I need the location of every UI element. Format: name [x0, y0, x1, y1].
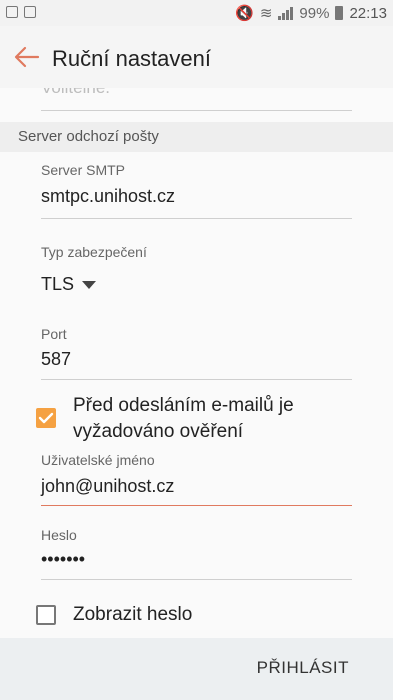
gallery-notification-icon	[6, 6, 18, 18]
security-label: Typ zabezpečení	[41, 244, 147, 260]
security-dropdown[interactable]: TLS	[41, 274, 97, 295]
page-title: Ruční nastavení	[52, 46, 211, 71]
show-password-checkbox[interactable]	[36, 605, 56, 625]
wifi-icon: ≋	[259, 5, 273, 22]
check-icon	[38, 412, 54, 424]
battery-icon	[335, 6, 344, 20]
username-underline	[41, 505, 352, 506]
status-right: 🔇 ≋ 99% 22:13	[235, 4, 387, 23]
camera-notification-icon	[24, 6, 36, 18]
back-arrow-icon[interactable]	[12, 44, 42, 70]
password-underline	[41, 579, 352, 580]
security-value: TLS	[41, 274, 75, 294]
show-password-label: Zobrazit heslo	[73, 604, 193, 625]
port-label: Port	[41, 326, 67, 342]
smtp-input[interactable]: smtpc.unihost.cz	[41, 186, 175, 207]
section-header-outgoing: Server odchozí pošty	[0, 122, 393, 152]
port-input[interactable]: 587	[41, 349, 71, 370]
battery-percent: 99%	[299, 4, 330, 22]
previous-field[interactable]: Volitelné.	[41, 88, 352, 111]
status-bar: 🔇 ≋ 99% 22:13	[0, 0, 393, 26]
password-label: Heslo	[41, 527, 77, 543]
password-input[interactable]: •••••••	[41, 549, 85, 570]
dropdown-arrow-icon	[82, 280, 97, 289]
login-button[interactable]: PŘIHLÁSIT	[257, 658, 349, 678]
smtp-underline	[41, 218, 352, 219]
clock: 22:13	[349, 4, 387, 22]
bottom-bar: PŘIHLÁSIT	[0, 638, 393, 700]
port-underline	[41, 379, 352, 380]
mute-icon: 🔇	[235, 5, 254, 22]
signal-icon	[278, 6, 294, 20]
auth-required-label: Před odesláním e-mailů je vyžadováno ově…	[73, 395, 294, 442]
username-input[interactable]: john@unihost.cz	[41, 476, 174, 497]
smtp-label: Server SMTP	[41, 162, 126, 178]
settings-form: Volitelné. Server odchozí pošty Server S…	[0, 88, 393, 638]
app-bar: Ruční nastavení	[0, 26, 393, 88]
username-label: Uživatelské jméno	[41, 452, 155, 468]
notification-icons	[6, 6, 36, 18]
auth-required-checkbox[interactable]	[36, 408, 56, 428]
